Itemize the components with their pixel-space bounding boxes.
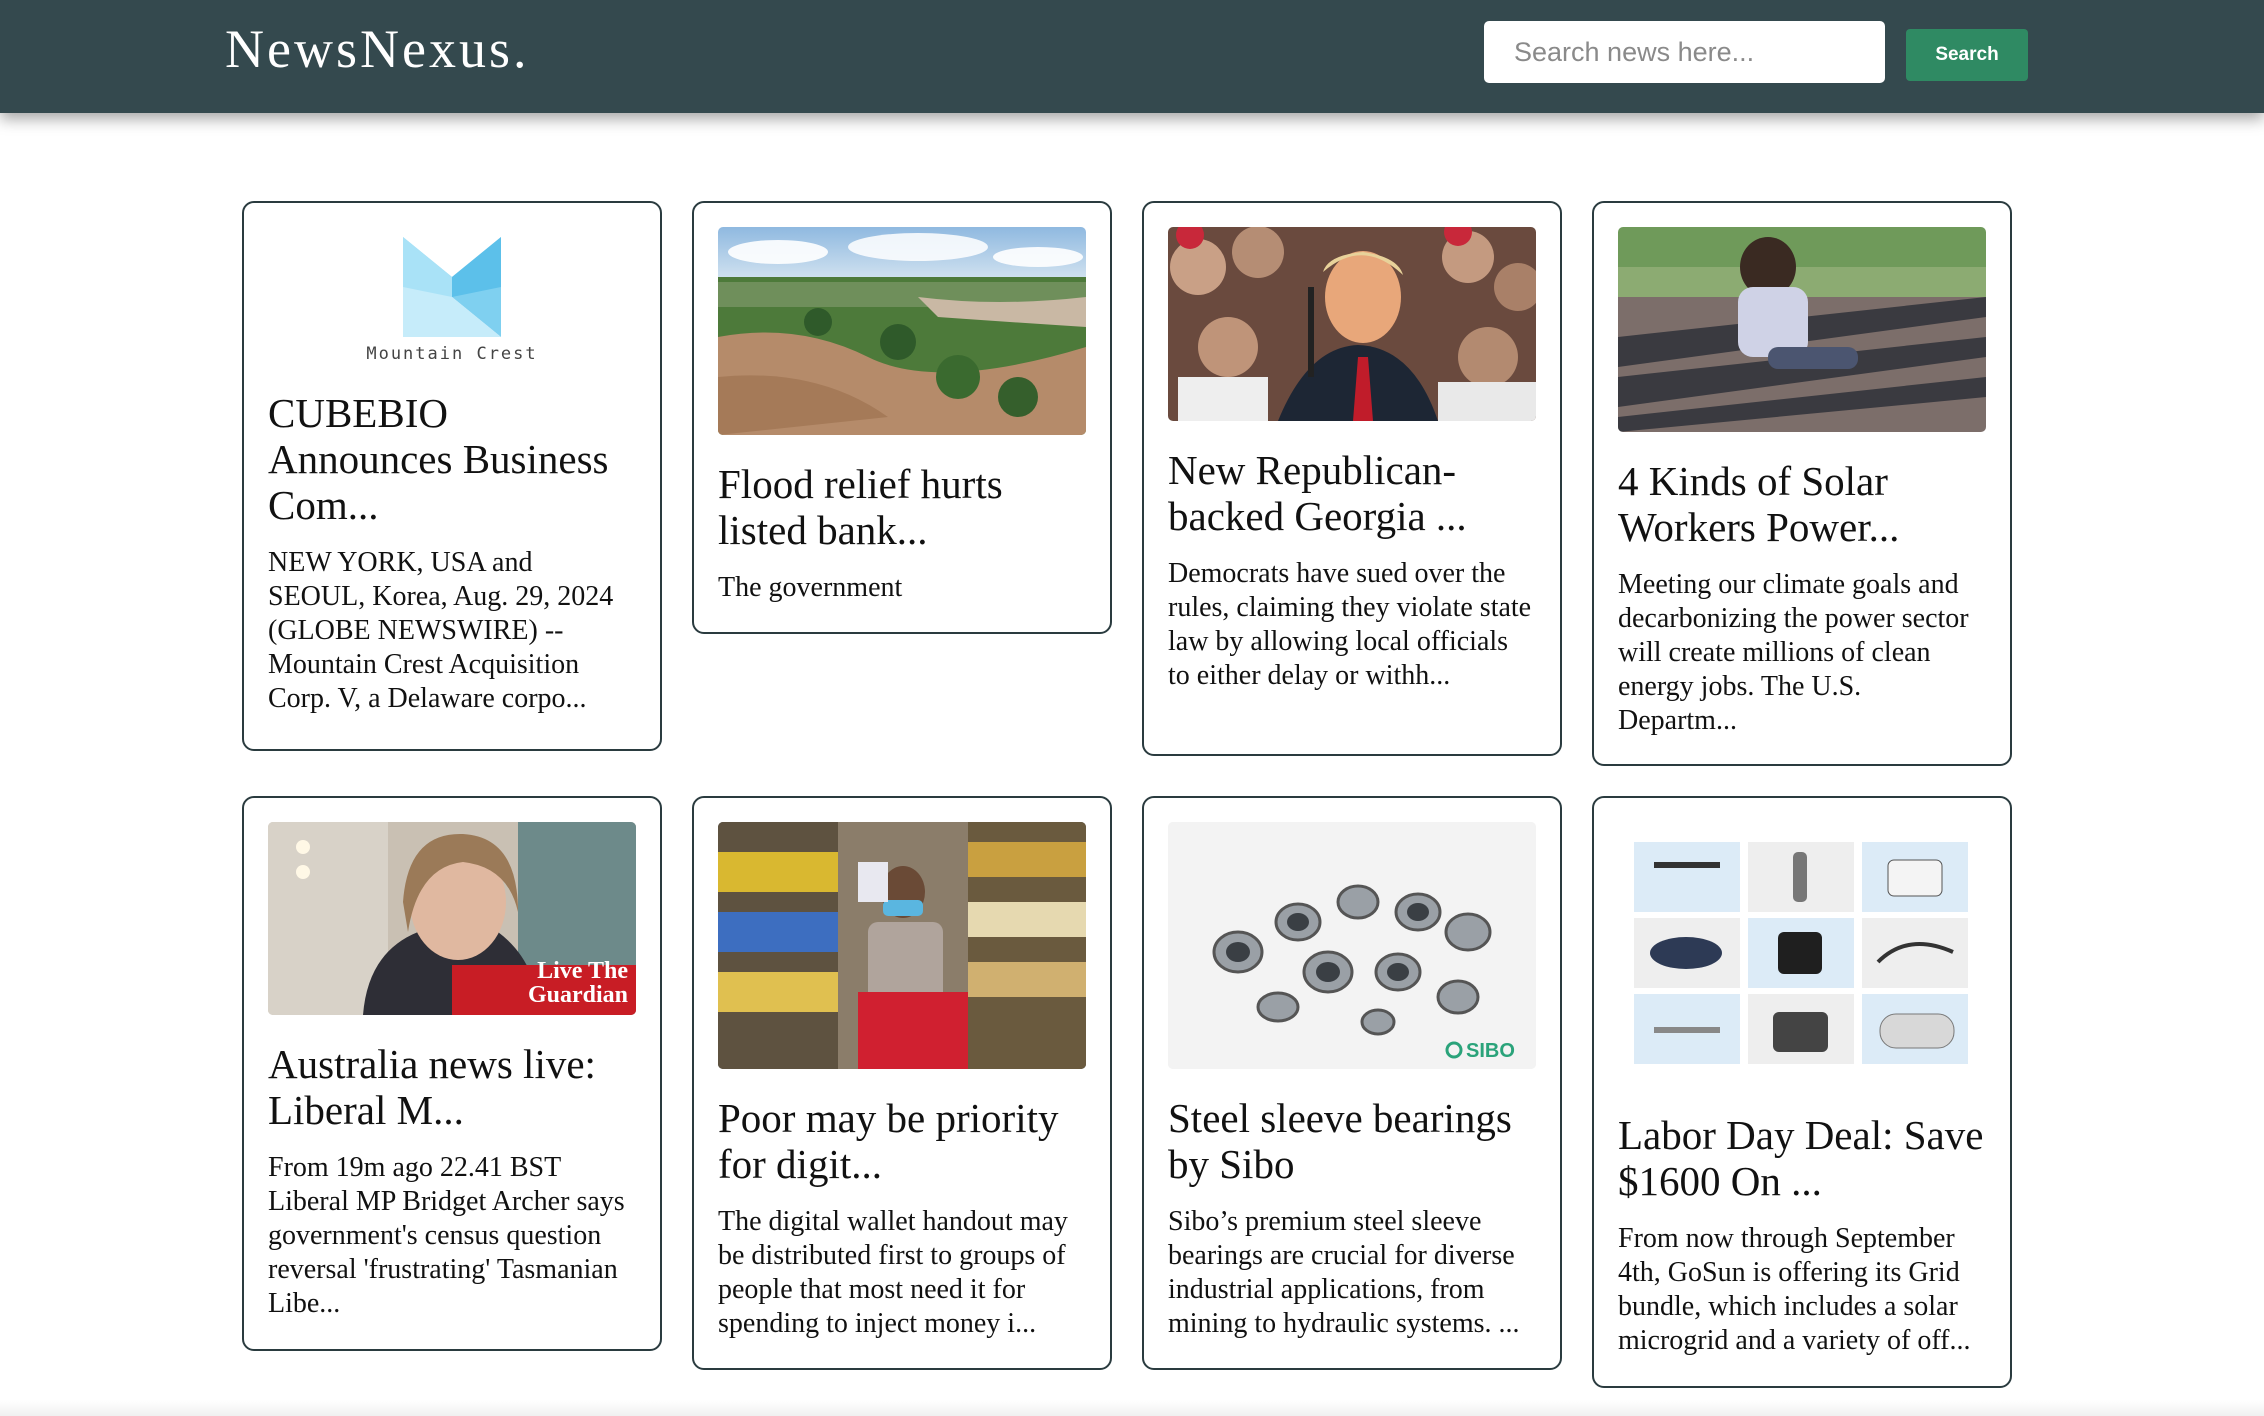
article-description: The government [718, 572, 903, 603]
steel-bearings-image: SIBO [1168, 822, 1536, 1069]
rally-speaker-image [1168, 227, 1536, 421]
sibo-logo-text: SIBO [1466, 1040, 1515, 1062]
article-description: NEW YORK, USA and SEOUL, Korea, Aug. 29,… [268, 547, 614, 714]
article-description: Meeting our climate goals and decarboniz… [1618, 569, 1969, 736]
supermarket-shopper-image [718, 822, 1086, 1069]
article-title[interactable]: Steel sleeve bearings by Sibo [1168, 1095, 1536, 1187]
news-card[interactable]: Flood relief hurts listed bank... The go… [692, 201, 1112, 634]
article-thumbnail [718, 227, 1086, 435]
news-card[interactable]: SIBO Steel sleeve bearings by Sibo Sibo’… [1142, 796, 1562, 1370]
news-card[interactable]: Poor may be priority for digit... The di… [692, 796, 1112, 1370]
article-description: The digital wallet handout may be distri… [718, 1206, 1068, 1339]
article-thumbnail: Mountain Crest [268, 227, 636, 364]
article-description: From 19m ago 22.41 BST Liberal MP Bridge… [268, 1152, 625, 1319]
news-card[interactable]: New Republican-backed Georgia ... Democr… [1142, 201, 1562, 756]
article-title[interactable]: Labor Day Deal: Save $1600 On ... [1618, 1112, 1986, 1204]
news-card[interactable]: Live The Guardian Australia news live: L… [242, 796, 662, 1351]
article-thumbnail [1168, 227, 1536, 421]
article-title[interactable]: Flood relief hurts listed bank... [718, 461, 1086, 553]
product-grid-image [1634, 842, 1968, 1064]
article-description: Sibo’s premium steel sleeve bearings are… [1168, 1206, 1520, 1339]
logo-text: Mountain Crest [366, 344, 537, 364]
news-card[interactable]: Labor Day Deal: Save $1600 On ... From n… [1592, 796, 2012, 1388]
article-title[interactable]: Australia news live: Liberal M... [268, 1041, 636, 1133]
search-input[interactable] [1484, 21, 1885, 83]
news-card[interactable]: Mountain Crest CUBEBIO Announces Busines… [242, 201, 662, 751]
article-description: From now through September 4th, GoSun is… [1618, 1223, 1971, 1356]
article-title[interactable]: CUBEBIO Announces Business Com... [268, 390, 636, 528]
article-thumbnail: SIBO [1168, 822, 1536, 1069]
article-thumbnail: Live The Guardian [268, 822, 636, 1015]
search-button[interactable]: Search [1906, 29, 2028, 81]
news-card[interactable]: 4 Kinds of Solar Workers Power... Meetin… [1592, 201, 2012, 766]
article-title[interactable]: Poor may be priority for digit... [718, 1095, 1086, 1187]
solar-worker-image [1618, 227, 1986, 432]
guardian-badge: Live The Guardian [527, 958, 628, 1008]
article-title[interactable]: 4 Kinds of Solar Workers Power... [1618, 458, 1986, 550]
mountain-crest-logo: Mountain Crest [366, 237, 537, 364]
article-thumbnail [1618, 227, 1986, 432]
brand-logo[interactable]: NewsNexus. [225, 18, 529, 80]
article-description: Democrats have sued over the rules, clai… [1168, 558, 1532, 691]
flood-aerial-image [718, 227, 1086, 435]
article-thumbnail [1618, 822, 1986, 1086]
article-thumbnail [718, 822, 1086, 1069]
article-title[interactable]: New Republican-backed Georgia ... [1168, 447, 1536, 539]
top-navbar: NewsNexus. Search [0, 0, 2264, 113]
page-bottom-edge [0, 1400, 2264, 1416]
